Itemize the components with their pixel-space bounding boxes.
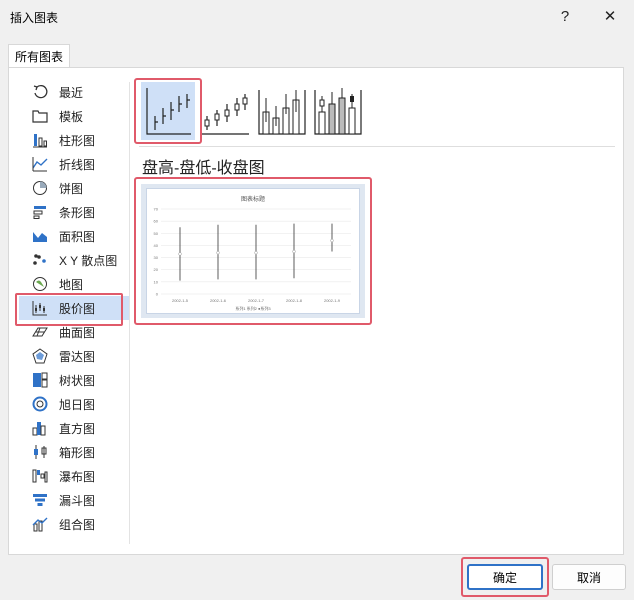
close-marker	[292, 249, 296, 254]
x-tick-label: 2002-1-6	[210, 298, 227, 303]
chart-type-label: 箱形图	[59, 445, 96, 460]
chart-type-label: 最近	[59, 85, 84, 100]
selected-type-highlight	[15, 293, 123, 326]
volume-high-low-close-icon	[258, 90, 306, 135]
chart-type-label: 饼图	[59, 181, 84, 196]
chart-type-recent[interactable]: 最近	[19, 80, 129, 104]
close-marker	[216, 251, 220, 255]
chart-type-combo[interactable]: 组合图	[19, 512, 129, 536]
subtype-volume-high-low-close[interactable]	[255, 82, 309, 140]
chart-type-waterfall[interactable]: 瀑布图	[19, 464, 129, 488]
histogram-chart-icon	[31, 419, 49, 437]
y-tick-label: 70	[154, 207, 159, 212]
preview-legend: 系列1 系列2 ●系列3	[235, 305, 271, 311]
y-tick-label: 40	[154, 243, 159, 248]
chart-type-scatter[interactable]: X Y 散点图	[19, 248, 129, 272]
list-divider	[129, 82, 130, 544]
ok-button[interactable]: 确定	[467, 564, 543, 590]
sunburst-chart-icon	[31, 395, 49, 413]
chart-type-label: 雷达图	[59, 349, 96, 364]
chart-type-label: X Y 散点图	[59, 253, 118, 268]
subtype-separator	[139, 146, 615, 147]
recent-icon	[31, 83, 49, 101]
chart-type-label: 折线图	[59, 157, 96, 172]
chart-type-funnel[interactable]: 漏斗图	[19, 488, 129, 512]
x-tick-label: 2002-1-9	[324, 298, 341, 303]
funnel-chart-icon	[31, 491, 49, 509]
column-chart-icon	[31, 131, 49, 149]
chart-type-radar[interactable]: 雷达图	[19, 344, 129, 368]
y-tick-label: 10	[154, 279, 159, 284]
combo-chart-icon	[31, 515, 49, 533]
treemap-chart-icon	[31, 371, 49, 389]
chart-type-label: 条形图	[59, 205, 96, 220]
y-tick-label: 30	[154, 255, 159, 260]
main-panel: 最近 模板 柱形图 折线图 饼图 条形图 面积图 X Y 散点图 地图 股价图 …	[8, 67, 624, 555]
chart-type-label: 组合图	[59, 517, 96, 532]
volume-open-high-low-close-icon	[314, 88, 362, 135]
chart-type-line[interactable]: 折线图	[19, 152, 129, 176]
bar-chart-icon	[31, 203, 49, 221]
chart-type-label: 旭日图	[59, 397, 96, 412]
chart-type-label: 漏斗图	[59, 493, 96, 508]
open-high-low-close-icon	[201, 94, 249, 135]
chart-type-label: 地图	[59, 277, 84, 292]
y-tick-label: 50	[154, 231, 159, 236]
chart-type-column[interactable]: 柱形图	[19, 128, 129, 152]
close-button[interactable]: ✕	[594, 4, 626, 28]
area-chart-icon	[31, 227, 49, 245]
subtype-volume-open-high-low-close[interactable]	[311, 82, 365, 140]
chart-preview-area: 图表标题 0 10 20 30 40 50 60 70 2002-1-5 2002-1-6 200…	[146, 188, 360, 314]
waterfall-chart-icon	[31, 467, 49, 485]
dialog-title: 插入图表	[10, 11, 59, 25]
chart-type-area[interactable]: 面积图	[19, 224, 129, 248]
chart-type-sunburst[interactable]: 旭日图	[19, 392, 129, 416]
chart-type-pie[interactable]: 饼图	[19, 176, 129, 200]
chart-type-label: 曲面图	[59, 325, 96, 340]
template-icon	[31, 107, 49, 125]
selected-subtype-highlight	[134, 78, 202, 144]
chart-type-boxwhisker[interactable]: 箱形图	[19, 440, 129, 464]
radar-chart-icon	[31, 347, 49, 365]
subtype-title: 盘高-盘低-收盘图	[142, 160, 265, 177]
chart-preview[interactable]: 图表标题 0 10 20 30 40 50 60 70 2002-1-5 2002-1-6 200…	[141, 184, 365, 318]
scatter-chart-icon	[31, 251, 49, 269]
preview-chart-title: 图表标题	[241, 195, 265, 203]
chart-type-label: 面积图	[59, 229, 96, 244]
close-marker	[330, 238, 334, 243]
chart-type-histogram[interactable]: 直方图	[19, 416, 129, 440]
chart-type-bar[interactable]: 条形图	[19, 200, 129, 224]
chart-type-label: 柱形图	[59, 133, 96, 148]
cancel-button[interactable]: 取消	[552, 564, 626, 590]
y-tick-label: 60	[154, 219, 159, 224]
x-tick-label: 2002-1-5	[172, 298, 189, 303]
x-tick-label: 2002-1-8	[286, 298, 303, 303]
chart-type-label: 树状图	[59, 373, 96, 388]
pie-chart-icon	[31, 179, 49, 197]
map-chart-icon	[31, 275, 49, 293]
y-tick-label: 20	[154, 267, 159, 272]
help-button[interactable]: ?	[549, 4, 581, 28]
boxwhisker-chart-icon	[31, 443, 49, 461]
chart-type-label: 瀑布图	[59, 469, 96, 484]
x-tick-label: 2002-1-7	[248, 298, 265, 303]
close-marker	[254, 251, 258, 255]
chart-type-template[interactable]: 模板	[19, 104, 129, 128]
y-tick-label: 0	[156, 292, 159, 297]
close-marker	[178, 252, 182, 256]
chart-type-label: 模板	[59, 109, 84, 124]
help-icon: ?	[560, 7, 570, 25]
chart-type-treemap[interactable]: 树状图	[19, 368, 129, 392]
close-icon: ✕	[603, 8, 617, 25]
subtype-open-high-low-close[interactable]	[199, 82, 253, 140]
stock-preview-chart: 图表标题 0 10 20 30 40 50 60 70 2002-1-5 2002-1-6 200…	[154, 195, 351, 311]
title-bar: 插入图表 ? ✕	[0, 0, 634, 32]
chart-type-label: 直方图	[59, 421, 96, 436]
line-chart-icon	[31, 155, 49, 173]
